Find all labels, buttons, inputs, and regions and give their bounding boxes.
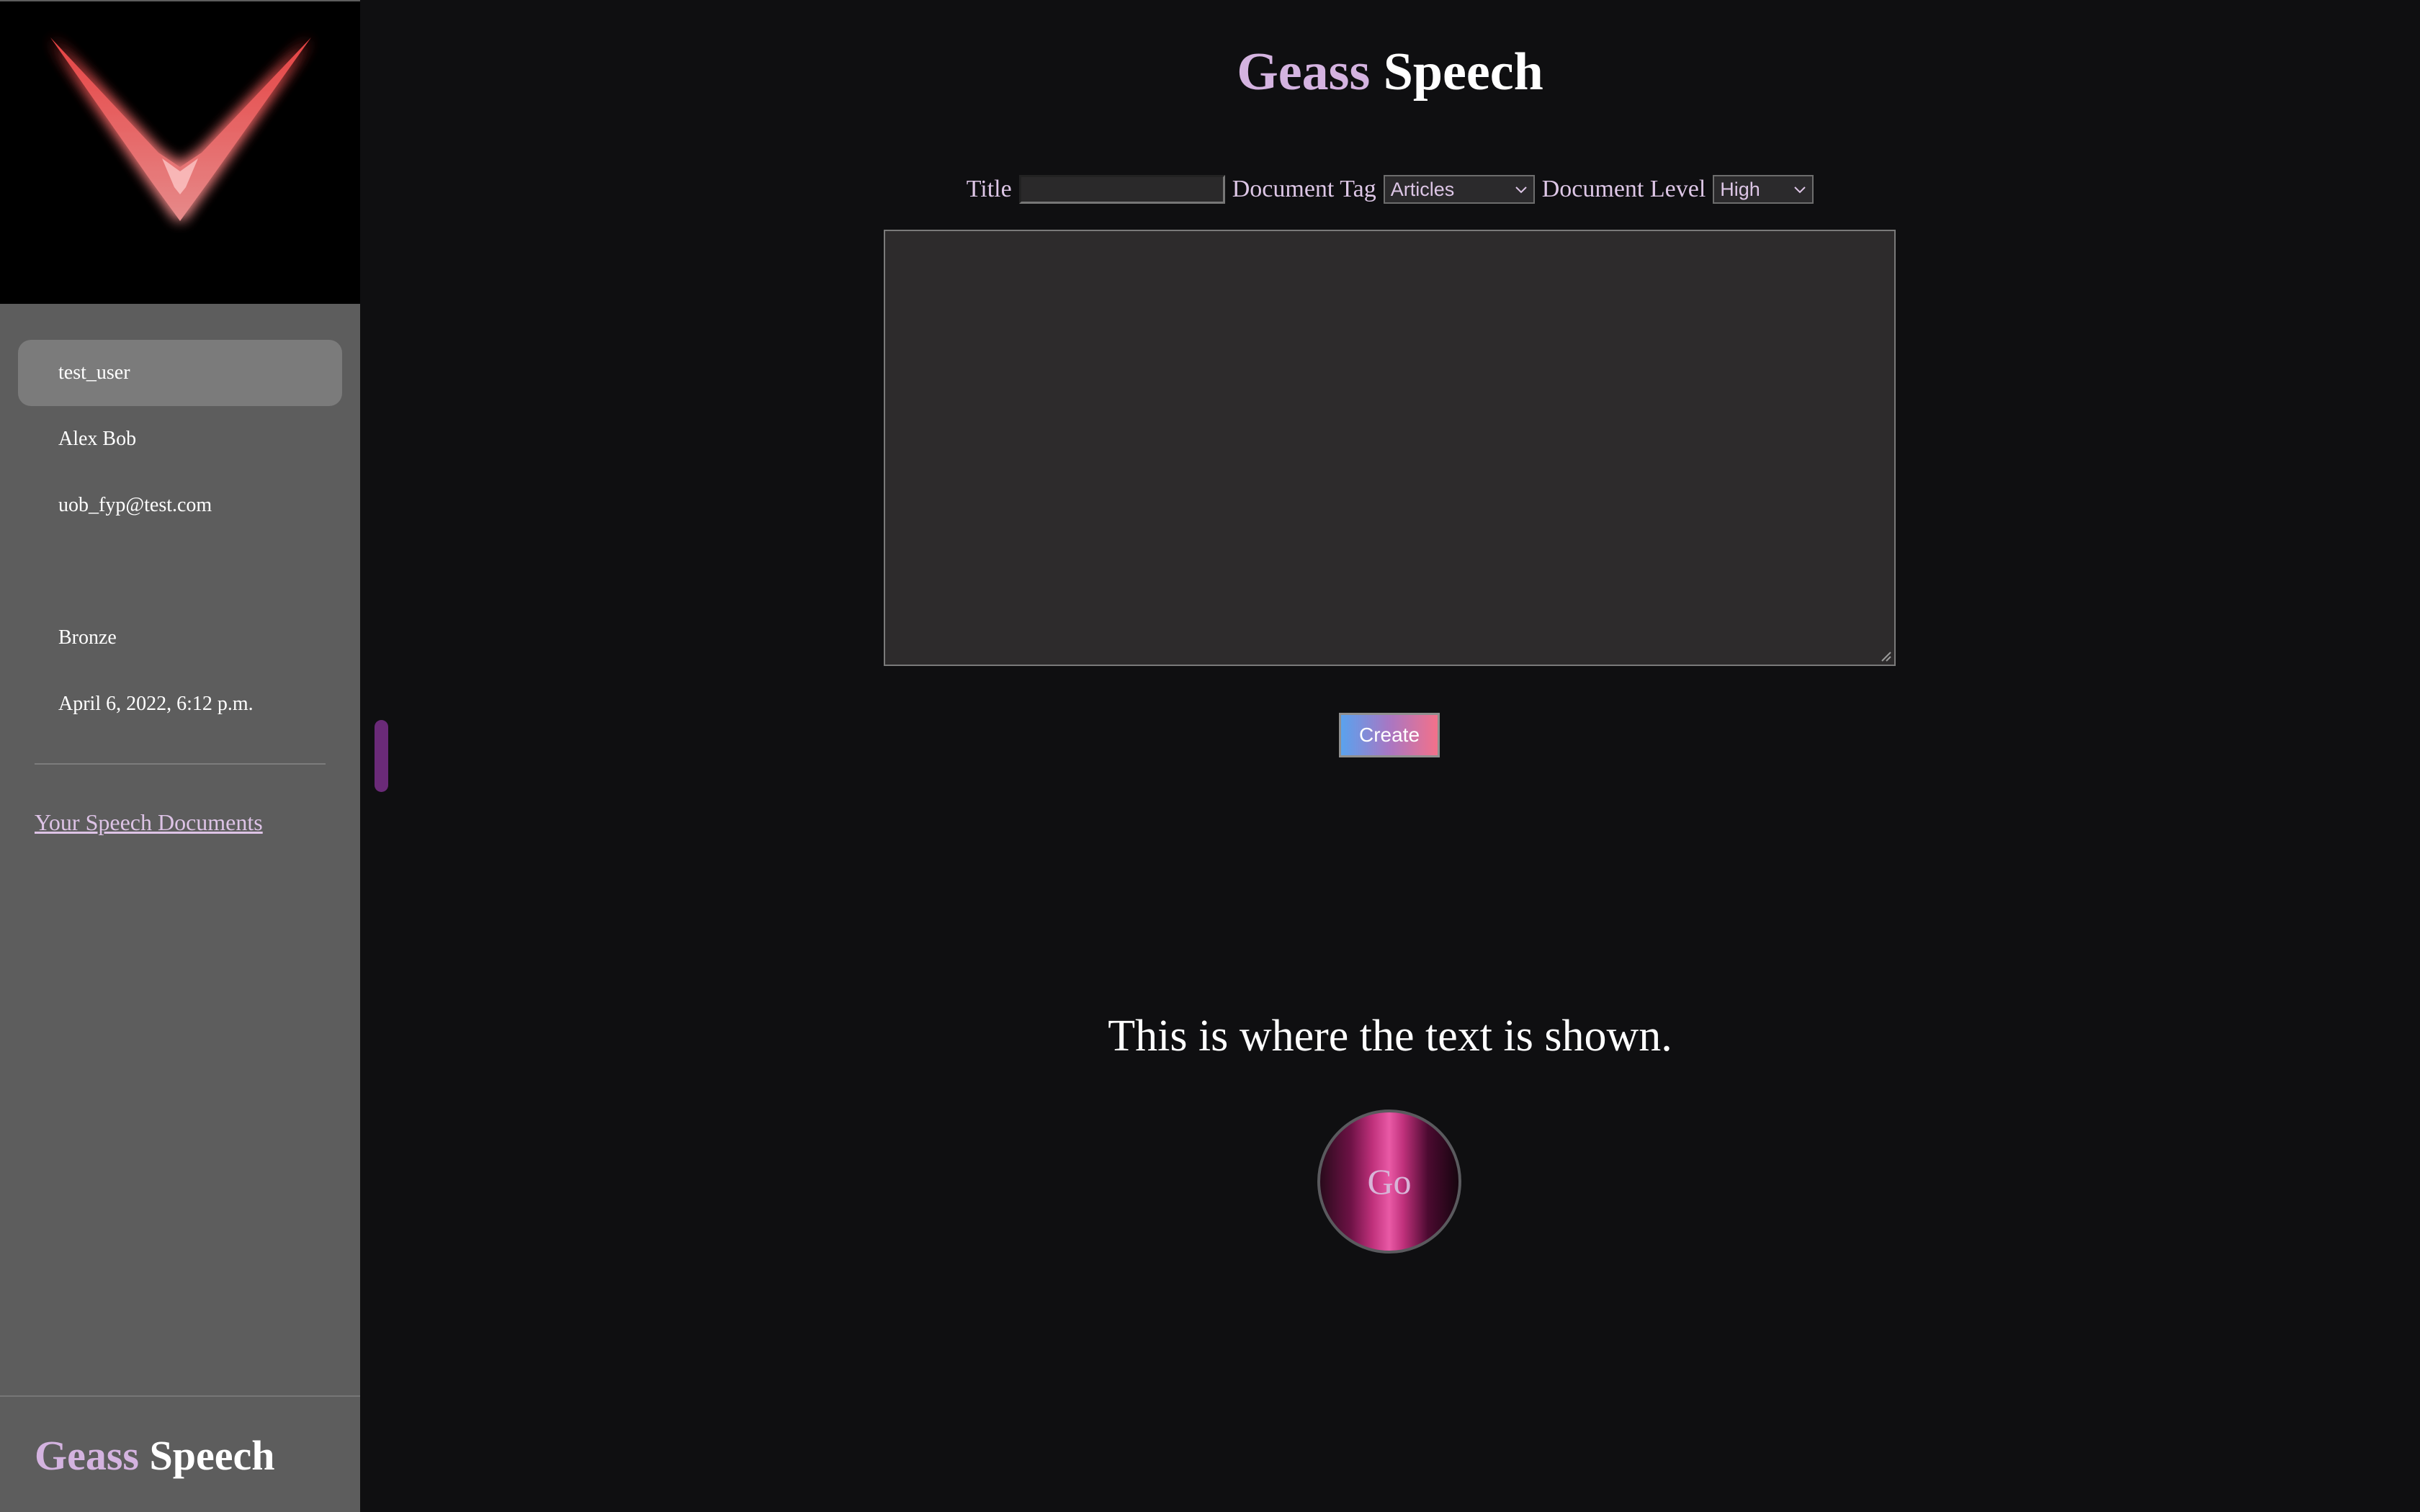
profile-list: test_user Alex Bob uob_fyp@test.com Bron… [18, 340, 342, 737]
chevron-down-icon [1794, 186, 1806, 194]
title-part1: Geass [1237, 42, 1371, 102]
footer-brand-part2: Speech [149, 1432, 275, 1479]
create-button[interactable]: Create [1339, 713, 1440, 757]
profile-tier: Bronze [58, 626, 117, 649]
footer-brand: Geass Speech [35, 1431, 275, 1480]
sidebar-footer: Geass Speech [0, 1395, 360, 1512]
document-level-select[interactable]: High [1713, 175, 1814, 204]
page-title: Geass Speech [360, 42, 2420, 103]
profile-username[interactable]: test_user [18, 340, 342, 406]
title-label: Title [966, 176, 1012, 202]
document-text-area[interactable] [884, 230, 1896, 666]
document-tag-label: Document Tag [1232, 176, 1376, 202]
logo [0, 1, 360, 304]
sidebar: test_user Alex Bob uob_fyp@test.com Bron… [0, 0, 360, 1512]
footer-brand-part1: Geass [35, 1432, 139, 1479]
document-tag-select[interactable]: Articles [1383, 175, 1535, 204]
speech-documents-link[interactable]: Your Speech Documents [35, 809, 263, 836]
resize-grip-icon[interactable] [1879, 649, 1892, 662]
document-level-value: High [1720, 178, 1760, 200]
sidebar-divider [35, 763, 326, 765]
document-tag-value: Articles [1390, 178, 1455, 200]
chevron-down-icon [1515, 186, 1527, 194]
profile-full-name: Alex Bob [58, 428, 137, 450]
title-input[interactable] [1018, 175, 1225, 204]
geass-logo-icon [50, 37, 311, 221]
speech-output-text: This is where the text is shown. [1108, 1012, 1672, 1061]
go-button[interactable]: Go [1317, 1110, 1461, 1254]
profile-empty-field [18, 539, 342, 605]
document-form-row: Title Document Tag Articles Document Lev… [360, 171, 2420, 207]
sidebar-resize-handle[interactable] [375, 720, 388, 792]
profile-date-joined: April 6, 2022, 6:12 p.m. [58, 693, 254, 715]
title-part2: Speech [1383, 42, 1543, 102]
profile-email: uob_fyp@test.com [58, 494, 212, 516]
document-level-label: Document Level [1541, 176, 1706, 202]
